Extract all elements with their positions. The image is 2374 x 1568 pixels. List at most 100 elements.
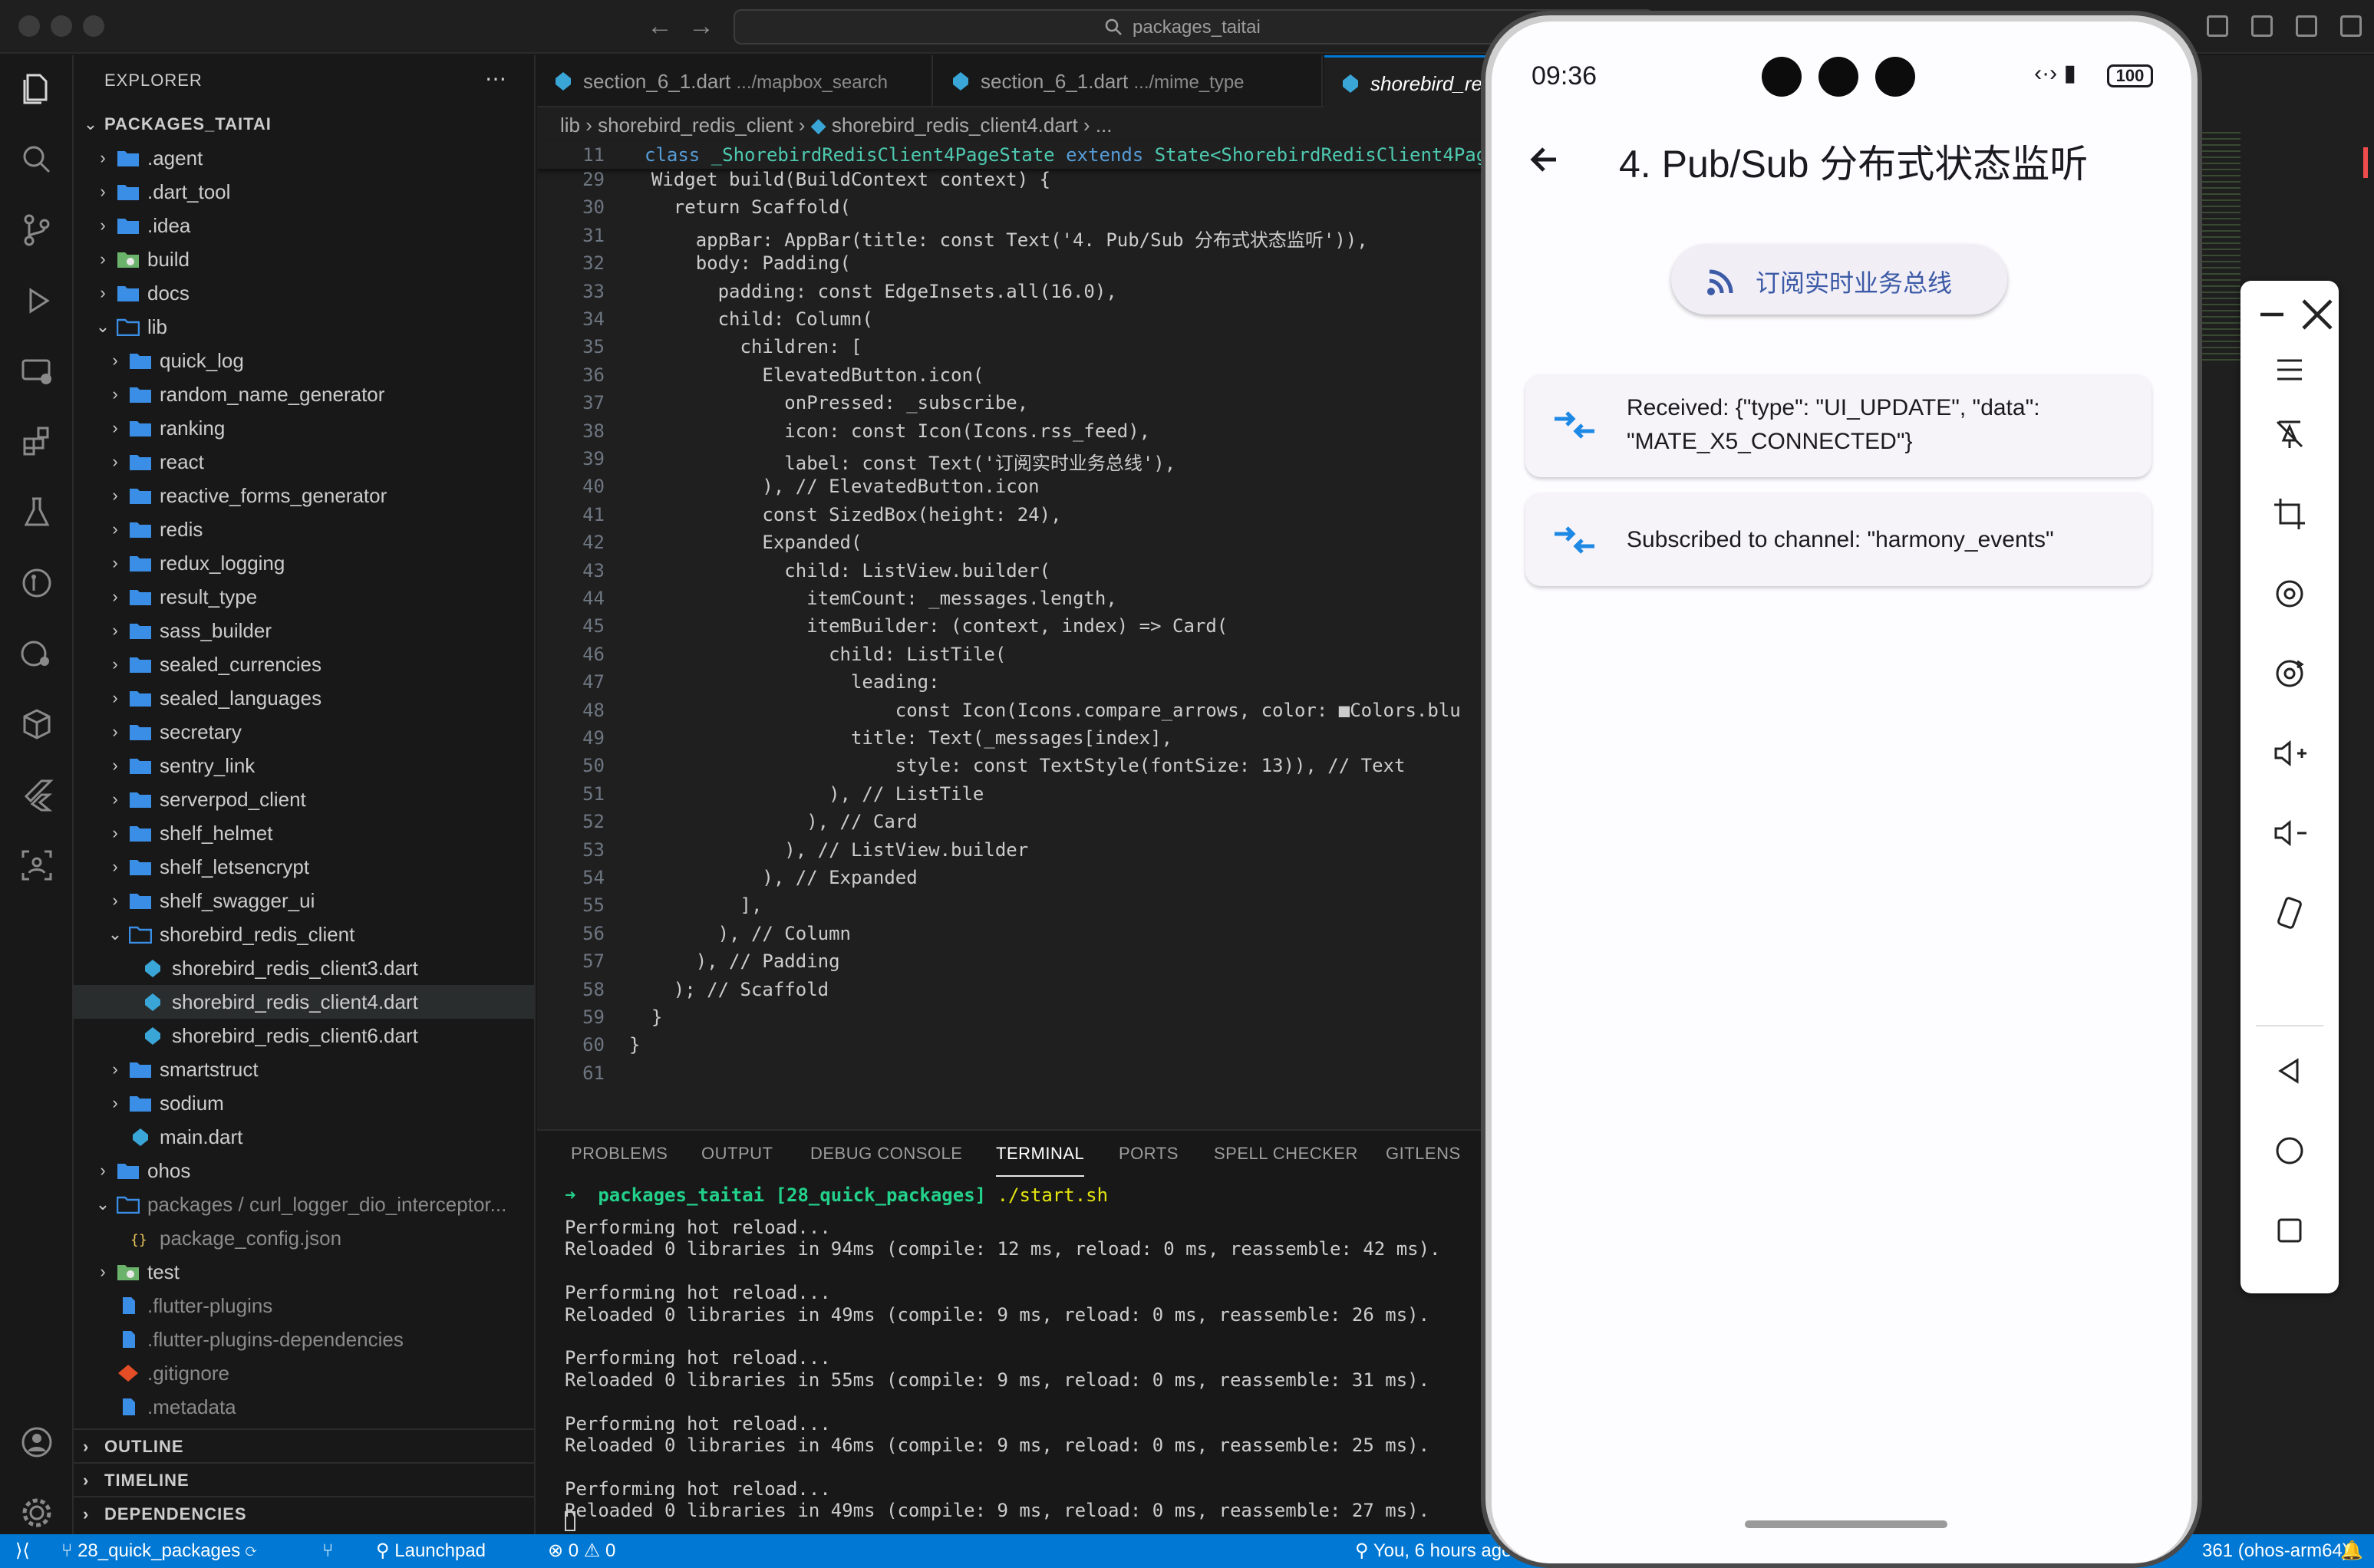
tree-folder[interactable]: › .dart_tool [74,175,534,209]
toggle-secondary-sidebar-icon[interactable] [2340,15,2362,37]
message-card[interactable]: Received: {"type": "UI_UPDATE", "data": … [1525,374,2151,477]
more-actions-icon[interactable]: ⋯ [485,66,506,91]
toggle-sidebar-icon[interactable] [2251,15,2273,37]
bell-icon[interactable]: 🔔 [2340,1534,2363,1568]
phone-screen[interactable]: 09:36 ‹·› ▮ 100 4. Pub/Sub 分布式状态监听 订阅实时业… [1492,21,2191,1563]
minimize-icon[interactable] [2251,292,2283,322]
tree-folder[interactable]: › secretary [74,715,534,749]
tree-folder[interactable]: › result_type [74,580,534,614]
outline-section[interactable]: › OUTLINE [74,1428,534,1462]
tree-folder[interactable]: › quick_log [74,344,534,377]
tree-file[interactable]: main.dart [74,1120,534,1154]
tree-file[interactable]: .flutter-plugins [74,1289,534,1323]
device-status[interactable]: 361 (ohos-arm64) [2202,1534,2349,1568]
tree-file[interactable]: {} package_config.json [74,1221,534,1255]
editor-tab-active[interactable]: shorebird_re [1324,55,1496,107]
home-indicator[interactable] [1745,1520,1947,1528]
branch-status[interactable]: ⑂ 28_quick_packages ⟳ [61,1534,256,1568]
panel-tab-debug-console[interactable]: DEBUG CONSOLE [810,1131,962,1177]
rotate-icon[interactable] [2267,571,2313,617]
shake-icon[interactable] [2267,890,2313,936]
search-icon[interactable] [18,141,55,178]
tree-folder[interactable]: › sass_builder [74,614,534,647]
layout-toggle-icon[interactable] [2207,15,2228,37]
source-control-icon[interactable] [18,212,55,249]
tree-folder[interactable]: › redux_logging [74,546,534,580]
testing-icon[interactable] [18,494,55,531]
blame-status[interactable]: ⚲ You, 6 hours ago [1355,1534,1512,1568]
tree-folder[interactable]: ⌄ lib [74,310,534,344]
account-icon[interactable] [18,1424,55,1461]
screen-capture-icon[interactable] [18,847,55,884]
tree-file[interactable]: .flutter-plugins-dependencies [74,1323,534,1356]
panel-tab-terminal[interactable]: TERMINAL [996,1131,1085,1177]
tree-folder[interactable]: › serverpod_client [74,782,534,816]
pin-off-icon[interactable] [2267,411,2313,457]
tree-folder[interactable]: › build [74,242,534,276]
panel-tab-ports[interactable]: PORTS [1119,1131,1179,1177]
maximize-window-button[interactable] [83,15,104,37]
minimize-window-button[interactable] [51,15,72,37]
explorer-root[interactable]: ⌄ PACKAGES_TAITAI [74,107,534,141]
code-editor[interactable]: section_6_1.dart .../mapbox_search secti… [537,55,1496,1129]
dependencies-section[interactable]: › DEPENDENCIES [74,1496,534,1530]
volume-up-icon[interactable] [2267,730,2313,776]
panel-tab-problems[interactable]: PROBLEMS [571,1131,668,1177]
run-debug-icon[interactable] [18,282,55,319]
forward-arrow-icon[interactable]: → [686,11,717,41]
extensions-icon[interactable] [18,423,55,460]
containers-icon[interactable] [18,706,55,743]
tree-folder[interactable]: › test [74,1255,534,1289]
tree-folder[interactable]: › .idea [74,209,534,242]
launchpad-status[interactable]: ⚲ Launchpad [376,1534,486,1568]
home-circle-icon[interactable] [2267,1128,2313,1174]
back-arrow-icon[interactable]: ← [645,11,675,41]
menu-icon[interactable] [2267,347,2313,393]
tree-folder[interactable]: › reactive_forms_generator [74,479,534,512]
tree-folder[interactable]: › .agent [74,141,534,175]
tree-file[interactable]: shorebird_redis_client6.dart [74,1019,534,1052]
gitlens-icon[interactable] [18,565,55,601]
tree-folder[interactable]: › smartstruct [74,1052,534,1086]
git-graph-status-icon[interactable]: ⑂ [322,1534,333,1568]
subscribe-button[interactable]: 订阅实时业务总线 [1671,244,2007,315]
breadcrumb-item[interactable]: lib [560,114,580,137]
tree-folder[interactable]: ⌄ shorebird_redis_client [74,917,534,951]
remote-indicator-icon[interactable]: ⟩⟨ [15,1534,30,1568]
close-icon[interactable] [2294,292,2333,330]
breadcrumb-item[interactable]: ... [1096,114,1113,137]
tree-folder[interactable]: › shelf_letsencrypt [74,850,534,884]
tree-folder[interactable]: › ranking [74,411,534,445]
settings-gear-icon[interactable] [18,1494,55,1531]
flutter-icon[interactable] [18,776,55,813]
tree-file[interactable]: .metadata [74,1390,534,1424]
editor-tab[interactable]: section_6_1.dart .../mapbox_search [537,55,933,107]
breadcrumb-item[interactable]: shorebird_redis_client [598,114,793,137]
remote-explorer-icon[interactable] [18,353,55,390]
tree-folder[interactable]: › random_name_generator [74,377,534,411]
tree-file[interactable]: shorebird_redis_client3.dart [74,951,534,985]
tree-folder[interactable]: › shelf_helmet [74,816,534,850]
sticky-scroll-header[interactable]: 11 class _ShorebirdRedisClient4PageState… [537,141,1496,169]
panel-tab-gitlens[interactable]: GITLENS [1386,1131,1461,1177]
tree-folder[interactable]: › sealed_currencies [74,647,534,681]
rotate-right-icon[interactable] [2267,651,2313,697]
close-window-button[interactable] [18,15,40,37]
back-arrow-icon[interactable] [1522,137,1568,183]
tree-folder[interactable]: › ohos [74,1154,534,1188]
crop-icon[interactable] [2267,491,2313,537]
tree-file[interactable]: shorebird_redis_client4.dart [74,985,534,1019]
breadcrumb-item[interactable]: shorebird_redis_client4.dart [832,114,1078,137]
tree-folder[interactable]: › sentry_link [74,749,534,782]
tree-folder[interactable]: › shelf_swagger_ui [74,884,534,917]
tree-folder[interactable]: › redis [74,512,534,546]
back-triangle-icon[interactable] [2267,1048,2313,1094]
panel-tab-spell-checker[interactable]: SPELL CHECKER [1214,1131,1358,1177]
tree-folder[interactable]: › sealed_languages [74,681,534,715]
tree-folder[interactable]: › sodium [74,1086,534,1120]
explorer-icon[interactable] [18,71,55,107]
message-card[interactable]: Subscribed to channel: "harmony_events" [1525,492,2151,586]
recents-square-icon[interactable] [2267,1207,2313,1253]
git-graph-icon[interactable] [18,635,55,672]
tree-folder[interactable]: › docs [74,276,534,310]
